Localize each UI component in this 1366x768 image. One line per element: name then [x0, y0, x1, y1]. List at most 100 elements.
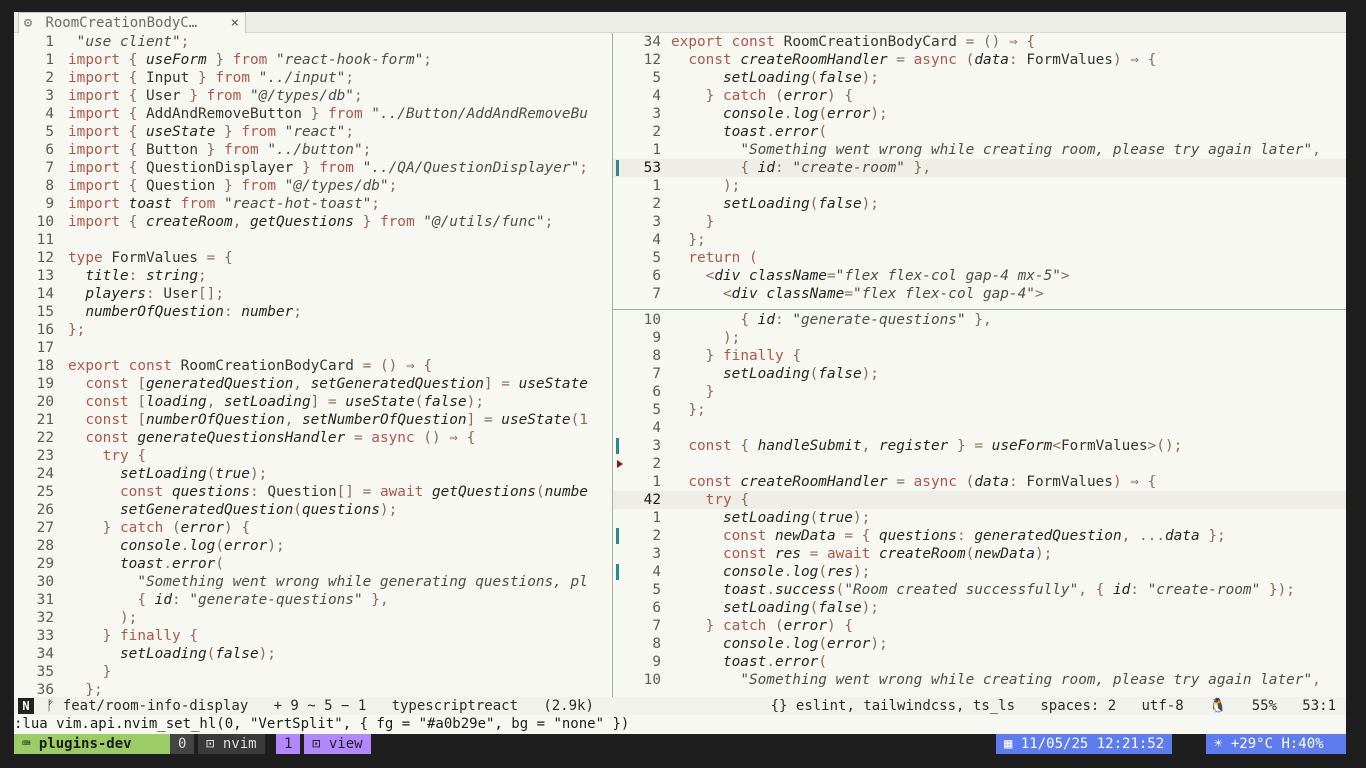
- code-line[interactable]: 34 export const RoomCreationBodyCard = ()…: [613, 33, 1346, 51]
- code-line[interactable]: 8 console.log(error);: [613, 635, 1346, 653]
- code-line[interactable]: 27 } catch (error) {: [14, 519, 612, 537]
- code-line[interactable]: 10 { id: "generate-questions" },: [613, 311, 1346, 329]
- code-line[interactable]: 5 setLoading(false);: [613, 69, 1346, 87]
- editor-pane-right-top[interactable]: 34 export const RoomCreationBodyCard = ()…: [613, 33, 1346, 310]
- code-line[interactable]: 3 const res = await createRoom(newData);: [613, 545, 1346, 563]
- code-line[interactable]: 1 const createRoomHandler = async (data:…: [613, 473, 1346, 491]
- code-text: } finally {: [102, 628, 198, 644]
- code-line[interactable]: 34 setLoading(false);: [14, 645, 612, 663]
- code-line[interactable]: 1 );: [613, 177, 1346, 195]
- close-icon[interactable]: ×: [231, 13, 239, 33]
- code-line[interactable]: 35 }: [14, 663, 612, 681]
- code-line[interactable]: 5 return (: [613, 249, 1346, 267]
- code-line[interactable]: 2: [613, 455, 1346, 473]
- editor-pane-right-bottom[interactable]: 10 { id: "generate-questions" }, 9 ); 8 } …: [613, 311, 1346, 697]
- code-line[interactable]: 6 import { Button } from "../button";: [14, 141, 612, 159]
- code-line[interactable]: 17: [14, 339, 612, 357]
- code-line[interactable]: 3 const { handleSubmit, register } = use…: [613, 437, 1346, 455]
- code-line[interactable]: 20 const [loading, setLoading] = useStat…: [14, 393, 612, 411]
- code-line[interactable]: 7 } catch (error) {: [613, 617, 1346, 635]
- code-line[interactable]: 14 players: User[];: [14, 285, 612, 303]
- tmux-window-view[interactable]: ⊡ view: [304, 734, 371, 754]
- linux-icon: 🐧: [1208, 698, 1227, 714]
- line-number: 26: [36, 502, 54, 518]
- code-line[interactable]: 6 }: [613, 383, 1346, 401]
- code-text: };: [68, 322, 86, 338]
- code-line[interactable]: 4 };: [613, 231, 1346, 249]
- code-text: const { handleSubmit, register } = useFo…: [688, 438, 1183, 454]
- code-line[interactable]: 12 const createRoomHandler = async (data…: [613, 51, 1346, 69]
- code-line[interactable]: 23 try {: [14, 447, 612, 465]
- code-line[interactable]: 24 setLoading(true);: [14, 465, 612, 483]
- code-line[interactable]: 8 } finally {: [613, 347, 1346, 365]
- line-number: 22: [36, 430, 54, 446]
- code-line[interactable]: 5 };: [613, 401, 1346, 419]
- code-line[interactable]: 9 import toast from "react-hot-toast";: [14, 195, 612, 213]
- code-text: { id: "create-room" },: [740, 160, 931, 176]
- code-line[interactable]: 13 title: string;: [14, 267, 612, 285]
- code-line[interactable]: 2 const newData = { questions: generated…: [613, 527, 1346, 545]
- code-line[interactable]: 32 );: [14, 609, 612, 627]
- code-line[interactable]: 33 } finally {: [14, 627, 612, 645]
- code-line[interactable]: 6 <div className="flex flex-col gap-4 mx…: [613, 267, 1346, 285]
- code-line[interactable]: 2 import { Input } from "../input";: [14, 69, 612, 87]
- code-line[interactable]: 19 const [generatedQuestion, setGenerate…: [14, 375, 612, 393]
- code-line[interactable]: 9 toast.error(: [613, 653, 1346, 671]
- code-line[interactable]: 11: [14, 231, 612, 249]
- keyboard-icon: ⌨: [22, 736, 31, 752]
- code-line[interactable]: 1 "use client";: [14, 33, 612, 51]
- code-line[interactable]: 16};: [14, 321, 612, 339]
- code-line[interactable]: 26 setGeneratedQuestion(questions);: [14, 501, 612, 519]
- line-number: 15: [36, 304, 54, 320]
- editor-pane-left[interactable]: 1 "use client"; 1 import { useForm } from …: [14, 33, 612, 697]
- tmux-window-index-0[interactable]: 0: [170, 734, 195, 754]
- code-line[interactable]: 18 export const RoomCreationBodyCard = ()…: [14, 357, 612, 375]
- code-line[interactable]: 1 "Something went wrong while creating r…: [613, 141, 1346, 159]
- tmux-window-nvim[interactable]: ⊡ nvim: [198, 734, 265, 754]
- code-line[interactable]: 53 { id: "create-room" },: [613, 159, 1346, 177]
- code-line[interactable]: 1 setLoading(true);: [613, 509, 1346, 527]
- line-number: 1: [652, 474, 661, 490]
- code-line[interactable]: 4 import { AddAndRemoveButton } from "../…: [14, 105, 612, 123]
- tmux-session[interactable]: ⌨ plugins-dev: [14, 734, 180, 754]
- code-line[interactable]: 42 try {: [613, 491, 1346, 509]
- code-line[interactable]: 4 console.log(res);: [613, 563, 1346, 581]
- code-line[interactable]: 31 { id: "generate-questions" },: [14, 591, 612, 609]
- tab-room-creation-body-card[interactable]: ⚙ RoomCreationBodyC… ×: [18, 12, 246, 33]
- code-line[interactable]: 2 setLoading(false);: [613, 195, 1346, 213]
- code-text: );: [119, 610, 138, 626]
- code-line[interactable]: 21 const [numberOfQuestion, setNumberOfQ…: [14, 411, 612, 429]
- code-line[interactable]: 12 type FormValues = {: [14, 249, 612, 267]
- code-line[interactable]: 8 import { Question } from "@/types/db";: [14, 177, 612, 195]
- code-text: numberOfQuestion: number;: [85, 304, 302, 320]
- code-line[interactable]: 29 toast.error(: [14, 555, 612, 573]
- code-line[interactable]: 10 "Something went wrong while creating …: [613, 671, 1346, 689]
- code-line[interactable]: 25 const questions: Question[] = await g…: [14, 483, 612, 501]
- code-line[interactable]: 5 import { useState } from "react";: [14, 123, 612, 141]
- command-line[interactable]: :lua vim.api.nvim_set_hl(0, "VertSplit",…: [14, 715, 1346, 733]
- tmux-window-index-1[interactable]: 1: [276, 734, 301, 754]
- code-line[interactable]: 36 };: [14, 681, 612, 697]
- code-line[interactable]: 7 import { QuestionDisplayer } from "../Q…: [14, 159, 612, 177]
- code-line[interactable]: 22 const generateQuestionsHandler = asyn…: [14, 429, 612, 447]
- code-line[interactable]: 5 toast.success("Room created successful…: [613, 581, 1346, 599]
- horizontal-split[interactable]: [613, 309, 1346, 310]
- code-line[interactable]: 3 console.log(error);: [613, 105, 1346, 123]
- code-line[interactable]: 7 setLoading(false);: [613, 365, 1346, 383]
- code-line[interactable]: 6 setLoading(false);: [613, 599, 1346, 617]
- code-line[interactable]: 3 import { User } from "@/types/db";: [14, 87, 612, 105]
- code-line[interactable]: 9 );: [613, 329, 1346, 347]
- code-line[interactable]: 15 numberOfQuestion: number;: [14, 303, 612, 321]
- code-line[interactable]: 2 toast.error(: [613, 123, 1346, 141]
- line-number: 34: [36, 646, 54, 662]
- line-number: 30: [36, 574, 54, 590]
- code-line[interactable]: 7 <div className="flex flex-col gap-4">: [613, 285, 1346, 303]
- code-line[interactable]: 30 "Something went wrong while generatin…: [14, 573, 612, 591]
- code-line[interactable]: 10 import { createRoom, getQuestions } fr…: [14, 213, 612, 231]
- code-line[interactable]: 4 } catch (error) {: [613, 87, 1346, 105]
- code-line[interactable]: 3 }: [613, 213, 1346, 231]
- code-line[interactable]: 28 console.log(error);: [14, 537, 612, 555]
- line-number: 18: [36, 358, 54, 374]
- code-line[interactable]: 1 import { useForm } from "react-hook-for…: [14, 51, 612, 69]
- code-line[interactable]: 4: [613, 419, 1346, 437]
